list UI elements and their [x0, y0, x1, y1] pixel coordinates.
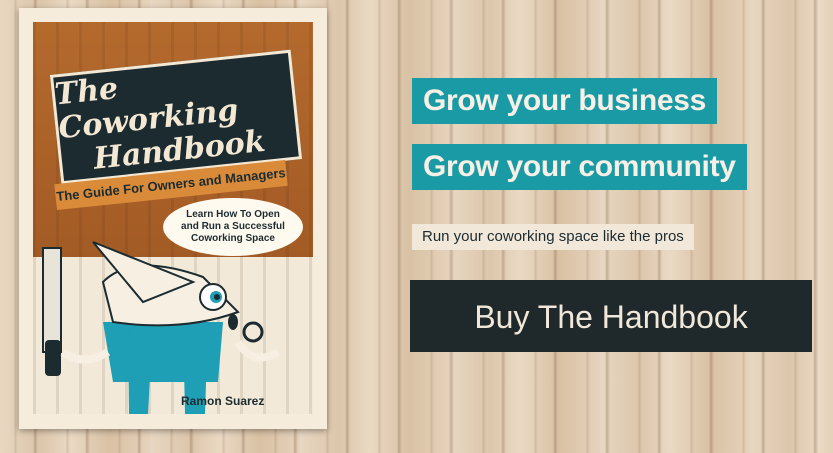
- headline-grow-community: Grow your community: [412, 144, 747, 190]
- book-cover-image[interactable]: The Coworking Handbook The Guide For Own…: [19, 8, 327, 429]
- book-author: Ramon Suarez: [181, 394, 265, 408]
- headline-grow-business: Grow your business: [412, 78, 717, 124]
- buy-handbook-button[interactable]: Buy The Handbook: [410, 280, 812, 352]
- bubble-line: Learn How To Open: [186, 209, 280, 220]
- bubble-line: Coworking Space: [191, 233, 275, 244]
- bubble-line: and Run a Successful: [181, 221, 285, 232]
- ad-banner: The Coworking Handbook The Guide For Own…: [0, 0, 833, 453]
- book-cover: The Coworking Handbook The Guide For Own…: [33, 22, 313, 414]
- tagline: Run your coworking space like the pros: [412, 224, 694, 250]
- speech-bubble: Learn How To Open and Run a Successful C…: [163, 198, 303, 256]
